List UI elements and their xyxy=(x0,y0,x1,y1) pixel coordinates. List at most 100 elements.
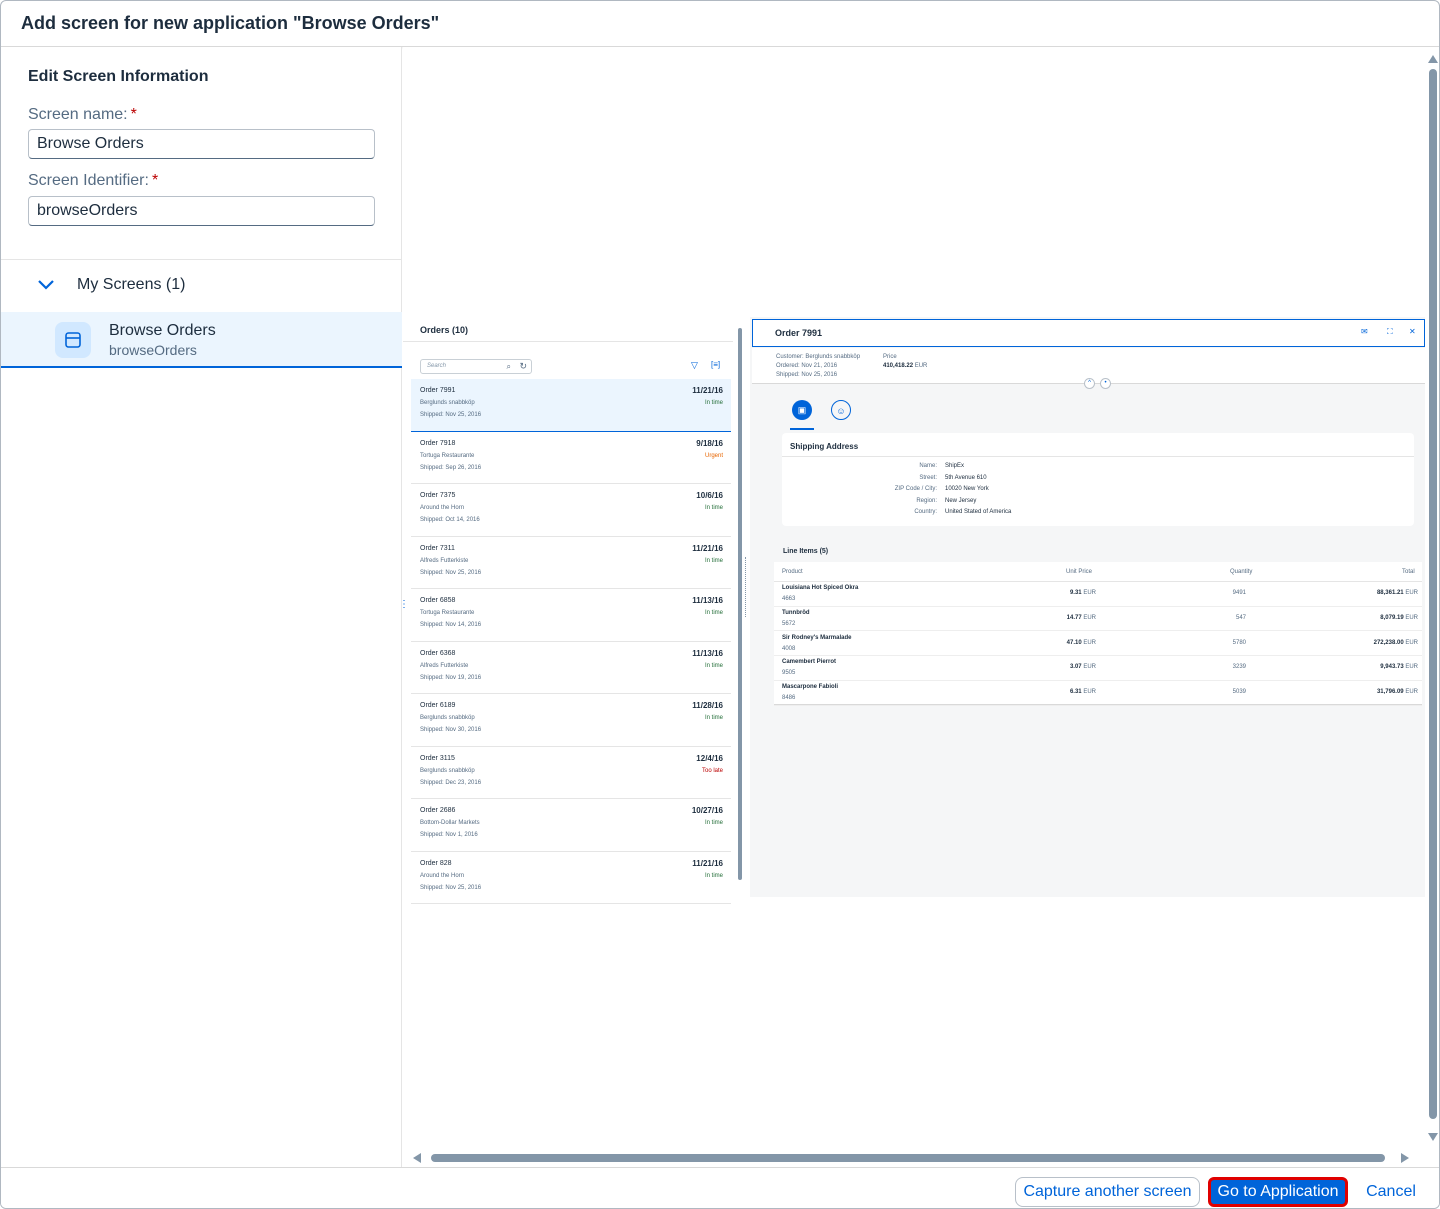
order-title: Order 6858 xyxy=(420,597,456,604)
line-item-quantity: 3239 xyxy=(1232,664,1246,671)
order-status: In time xyxy=(704,400,723,406)
order-title: Order 7375 xyxy=(420,492,456,499)
order-list-item: Order 828 Around the Horn Shipped: Nov 25,… xyxy=(411,852,731,904)
order-title: Order 7918 xyxy=(420,439,456,447)
column-header-total: Total xyxy=(1402,569,1415,575)
cancel-button[interactable]: Cancel xyxy=(1357,1177,1425,1207)
divider xyxy=(403,341,733,342)
line-item-id: 4663 xyxy=(782,596,796,602)
orders-list: Order 7991 Berglunds snabbköp Shipped: Nov… xyxy=(411,379,731,904)
line-item-row: Tunnbröd 5672 14.77 EUR 547 8,079.19 EUR xyxy=(774,607,1422,632)
order-customer: Around the Horn xyxy=(420,872,465,879)
pin-icon: • xyxy=(1100,378,1111,389)
screen-name-label: Screen name: * xyxy=(28,106,137,123)
preview-horizontal-scrollbar[interactable] xyxy=(413,1151,1415,1165)
scroll-up-icon[interactable] xyxy=(1428,55,1438,63)
order-title: Order 828 xyxy=(420,859,452,867)
group-icon: [≡] xyxy=(711,360,721,369)
orders-search-field: Search ⌕ ↻ xyxy=(420,359,532,374)
line-items-table: Product Unit Price Quantity Total Louisi… xyxy=(774,562,1422,706)
line-item-product: Camembert Pierrot xyxy=(782,659,837,666)
add-screen-dialog: Add screen for new application "Browse O… xyxy=(0,0,1440,1209)
active-tab-indicator xyxy=(790,428,814,430)
my-screens-group[interactable]: My Screens (1) xyxy=(1,260,402,312)
scroll-down-icon[interactable] xyxy=(1428,1133,1438,1141)
collapse-header-icon: ^ xyxy=(1084,378,1095,389)
order-list-item: Order 7991 Berglunds snabbköp Shipped: Nov… xyxy=(411,379,731,432)
detail-ordered: Ordered: Nov 21, 2016 xyxy=(776,363,838,369)
order-customer: Berglunds snabbköp xyxy=(420,715,475,721)
order-shipped: Shipped: Oct 14, 2016 xyxy=(420,517,480,523)
line-item-id: 8486 xyxy=(782,695,796,702)
line-item-unit-price: 6.31 EUR xyxy=(1069,689,1096,696)
order-date: 10/6/16 xyxy=(696,491,723,500)
horizontal-scroll-thumb[interactable] xyxy=(431,1154,1385,1162)
order-detail: Order 7991 ✉ ⛶ ✕ Customer: Berglunds sna… xyxy=(750,317,1425,897)
vertical-scroll-thumb[interactable] xyxy=(1429,69,1437,1119)
close-icon: ✕ xyxy=(1409,327,1416,336)
address-value: 10020 New York xyxy=(945,486,989,492)
order-status: In time xyxy=(704,505,723,511)
fullscreen-icon: ⛶ xyxy=(1387,327,1393,336)
address-label: ZIP Code / City: xyxy=(894,486,937,492)
order-list-item: Order 7918 Tortuga Restaurante Shipped: Se… xyxy=(411,432,731,484)
screen-identifier-input[interactable] xyxy=(28,196,375,226)
orders-title: Orders (10) xyxy=(420,325,469,335)
line-item-total: 9,943.73 EUR xyxy=(1380,664,1418,671)
line-item-product: Tunnbröd xyxy=(782,609,810,616)
order-status: In time xyxy=(704,715,723,721)
dialog-footer: Capture another screen Go to Application… xyxy=(1,1167,1439,1208)
go-to-application-button[interactable]: Go to Application xyxy=(1208,1177,1348,1207)
order-date: 9/18/16 xyxy=(696,438,723,448)
line-items-title: Line Items (5) xyxy=(783,548,829,555)
scroll-left-icon[interactable] xyxy=(413,1153,421,1163)
price-label: Price xyxy=(883,354,897,360)
order-title: Order 7991 xyxy=(420,387,456,394)
order-customer: Around the Horn xyxy=(420,505,465,511)
detail-shipped: Shipped: Nov 25, 2016 xyxy=(776,372,838,378)
screen-identifier-label: Screen Identifier: * xyxy=(28,172,159,189)
contact-tab-icon: ☺ xyxy=(831,400,851,420)
line-item-id: 4008 xyxy=(782,645,796,652)
address-value: New Jersey xyxy=(945,497,977,504)
detail-customer: Customer: Berglunds snabbköp xyxy=(776,354,861,360)
capture-another-screen-button[interactable]: Capture another screen xyxy=(1015,1177,1200,1207)
line-item-unit-price: 14.77 EUR xyxy=(1066,614,1096,621)
order-shipped: Shipped: Dec 23, 2016 xyxy=(420,779,482,786)
order-status: Too late xyxy=(701,767,723,774)
order-status: In time xyxy=(704,820,723,826)
order-status: In time xyxy=(704,662,723,669)
mail-icon: ✉ xyxy=(1361,327,1368,336)
line-item-quantity: 5039 xyxy=(1232,689,1246,696)
search-placeholder: Search xyxy=(427,363,447,369)
order-shipped: Shipped: Sep 26, 2016 xyxy=(420,464,482,471)
chevron-down-icon[interactable] xyxy=(37,279,55,291)
screen-item-browse-orders[interactable]: Browse Orders browseOrders xyxy=(1,312,402,368)
required-mark: * xyxy=(130,106,137,123)
order-shipped: Shipped: Nov 14, 2016 xyxy=(420,622,482,628)
screen-icon xyxy=(55,322,91,358)
line-item-product: Sir Rodney's Marmalade xyxy=(782,634,852,641)
order-customer: Alfreds Futterkiste xyxy=(420,662,469,669)
column-header-unit-price: Unit Price xyxy=(1066,569,1093,575)
order-list-item: Order 3115 Berglunds snabbköp Shipped: Dec… xyxy=(411,747,731,799)
line-item-unit-price: 3.07 EUR xyxy=(1069,664,1096,671)
order-status: In time xyxy=(704,610,723,616)
shipping-address-card: Shipping Address Name: ShipEx Street: 5th A… xyxy=(782,433,1414,526)
order-date: 12/4/16 xyxy=(696,753,723,763)
preview-vertical-scrollbar[interactable] xyxy=(1427,55,1439,1145)
price-value: 410,418.22 EUR xyxy=(883,363,928,369)
line-item-total: 8,079.19 EUR xyxy=(1380,614,1418,621)
filter-icon: ▽ xyxy=(691,360,698,370)
refresh-icon: ↻ xyxy=(519,361,527,371)
screen-name-input[interactable] xyxy=(28,129,375,159)
order-shipped: Shipped: Nov 1, 2016 xyxy=(420,832,478,838)
order-list-item: Order 6368 Alfreds Futterkiste Shipped: No… xyxy=(411,642,731,694)
order-title: Order 6189 xyxy=(420,702,456,709)
divider xyxy=(782,456,1414,457)
line-item-unit-price: 9.31 EUR xyxy=(1069,590,1096,596)
column-header-product: Product xyxy=(782,569,803,575)
left-panel: Edit Screen Information Screen name:* Sc… xyxy=(1,47,402,1167)
order-list-item: Order 6858 Tortuga Restaurante Shipped: No… xyxy=(411,589,731,642)
scroll-right-icon[interactable] xyxy=(1401,1153,1409,1163)
